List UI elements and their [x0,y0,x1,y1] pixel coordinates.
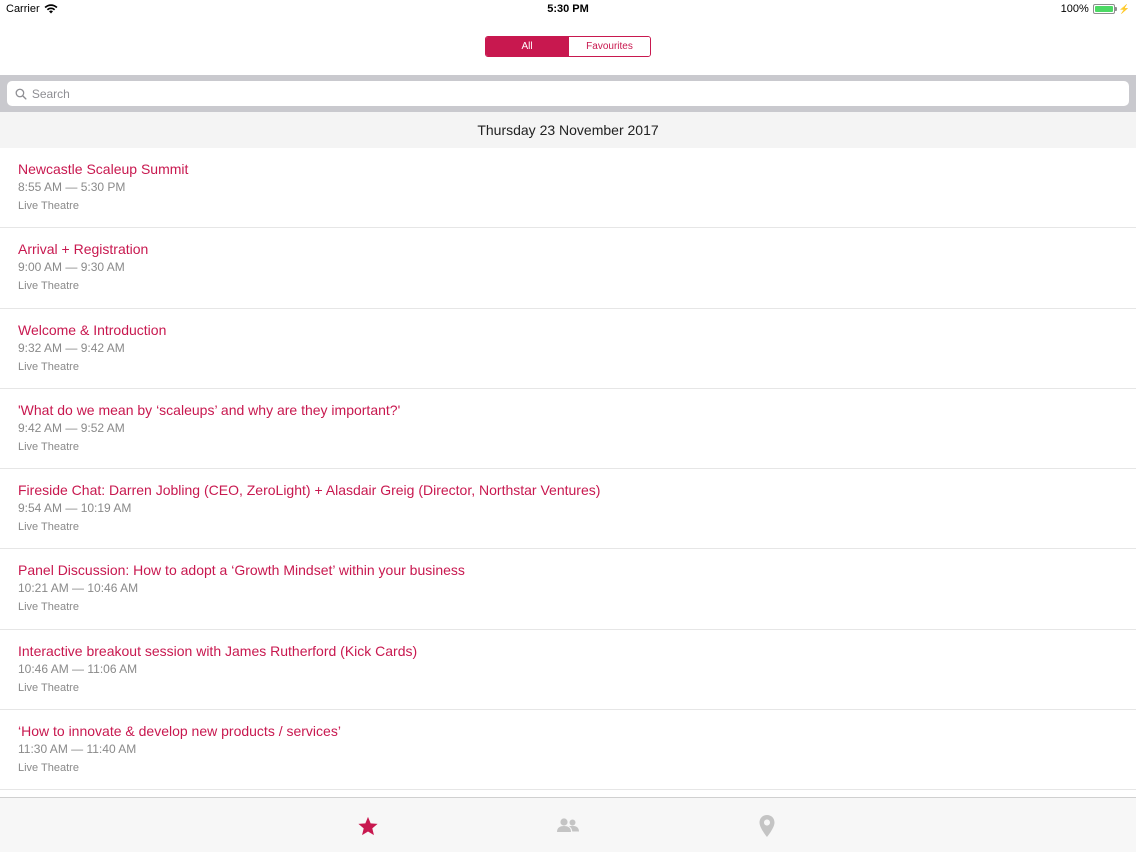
event-time: 9:54 AM — 10:19 AM [18,501,132,516]
segment-favourites[interactable]: Favourites [568,37,650,56]
event-time: 11:30 AM — 11:40 AM [18,742,137,757]
event-list: Newcastle Scaleup Summit 8:55 AM — 5:30 … [0,148,1136,797]
filter-segmented-control: All Favourites [485,36,651,57]
status-battery-group: 100% ⚡ [1061,3,1130,15]
event-venue: Live Theatre [18,681,79,694]
event-time: 10:46 AM — 11:06 AM [18,661,138,676]
event-venue: Live Theatre [18,200,79,212]
event-venue: Live Theatre [18,762,79,775]
search-bar [0,75,1136,112]
date-section-header: Thursday 23 November 2017 [0,112,1136,148]
event-time: 10:21 AM — 10:46 AM [18,581,139,596]
segment-all[interactable]: All [486,37,568,56]
event-row[interactable]: Panel Discussion: How to adopt a ‘Growth… [0,549,1136,630]
event-venue: Live Theatre [18,521,79,534]
event-row[interactable]: Newcastle Scaleup Summit 8:55 AM — 5:30 … [0,148,1136,229]
star-icon [358,816,378,835]
search-field[interactable] [7,81,1129,106]
event-time: 9:42 AM — 9:52 AM [18,420,125,435]
event-title: Arrival + Registration [18,241,149,258]
event-title: ‘How to innovate & develop new products … [18,723,341,740]
battery-percent: 100% [1060,3,1089,15]
event-title: Panel Discussion: How to adopt a ‘Growth… [18,562,465,579]
event-row[interactable]: 'What do we mean by ‘scaleups’ and why a… [0,389,1136,470]
event-venue: Live Theatre [18,360,79,373]
people-icon [557,818,579,832]
status-time: 5:30 PM [547,3,589,15]
event-title: Fireside Chat: Darren Jobling (CEO, Zero… [18,482,601,499]
event-row[interactable]: Fireside Chat: Darren Jobling (CEO, Zero… [0,469,1136,550]
battery-tip [1114,7,1117,11]
battery-fill [1094,6,1113,12]
event-title: Newcastle Scaleup Summit [18,161,189,177]
search-input[interactable] [31,86,1129,101]
event-venue: Live Theatre [18,440,79,453]
event-venue: Live Theatre [18,280,79,293]
event-row[interactable]: Arrival + Registration 9:00 AM — 9:30 AM… [0,228,1136,309]
status-bar: Carrier 5:30 PM 100% ⚡ [0,0,1136,18]
event-row[interactable]: Welcome & Introduction 9:32 AM — 9:42 AM… [0,309,1136,389]
tab-location[interactable] [754,814,780,838]
search-icon [15,88,27,100]
location-pin-icon [759,815,775,837]
tab-favourites[interactable] [355,814,381,838]
event-time: 9:32 AM — 9:42 AM [18,340,125,355]
battery-icon [1092,4,1117,14]
event-title: 'What do we mean by ‘scaleups’ and why a… [18,401,401,418]
event-row[interactable]: ‘How to innovate & develop new products … [0,710,1136,791]
tab-people[interactable] [555,814,581,838]
event-title: Welcome & Introduction [18,321,167,338]
event-time: 9:00 AM — 9:30 AM [18,260,125,275]
charging-icon: ⚡ [1118,3,1130,14]
event-time: 8:55 AM — 5:30 PM [18,180,126,194]
event-venue: Live Theatre [18,601,79,614]
event-row[interactable]: Interactive breakout session with James … [0,630,1136,711]
tab-bar [0,797,1136,852]
event-title: Interactive breakout session with James … [18,642,418,659]
